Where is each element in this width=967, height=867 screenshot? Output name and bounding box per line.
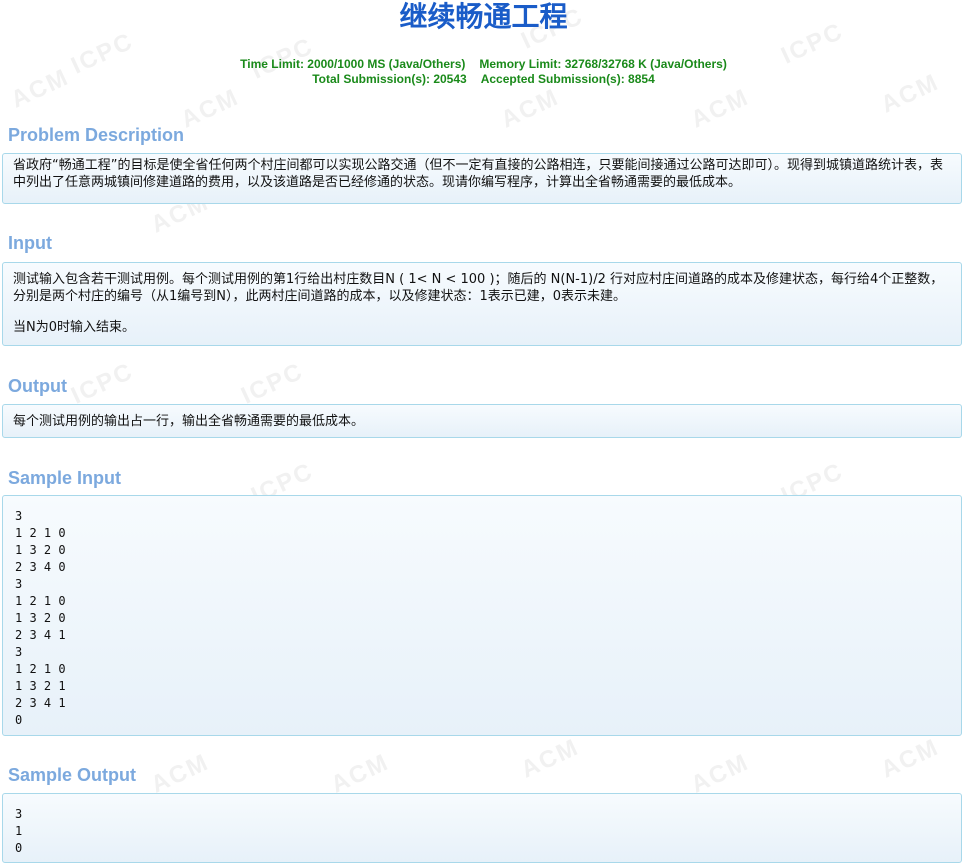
watermark-text: ACM (516, 733, 584, 784)
watermark-text: ACM (146, 748, 214, 799)
watermark-text: ACM (496, 83, 564, 134)
watermark-text: ACM (326, 748, 394, 799)
output-panel: 每个测试用例的输出占一行，输出全省畅通需要的最低成本。 (2, 404, 962, 438)
watermark-text: ICPC (67, 357, 138, 410)
sample-output-heading: Sample Output (8, 765, 137, 785)
input-paragraph: 当N为0时输入结束。 (13, 320, 135, 335)
watermark-text: ICPC (237, 357, 308, 410)
accepted-submissions: Accepted Submission(s): 8854 (480, 72, 655, 86)
total-submissions: Total Submission(s): 20543 (312, 72, 467, 86)
output-heading: Output (8, 376, 67, 396)
input-heading: Input (8, 233, 52, 253)
watermark-text: ACM (176, 83, 244, 134)
watermark-text: ACM (686, 83, 754, 134)
limits-line-1: Time Limit: 2000/1000 MS (Java/Others) Me… (0, 57, 967, 71)
output-text: 每个测试用例的输出占一行，输出全省畅通需要的最低成本。 (13, 414, 365, 429)
watermark-text: ACM (686, 748, 754, 799)
sample-input-code: 3 1 2 1 0 1 3 2 0 2 3 4 0 3 1 2 1 0 1 3 … (15, 509, 66, 727)
sample-input-heading: Sample Input (8, 468, 122, 488)
sample-output-panel: 3 1 0 (2, 793, 962, 863)
time-limit: Time Limit: 2000/1000 MS (Java/Others) (240, 57, 466, 71)
problem-description-text: 省政府“畅通工程”的目标是使全省任何两个村庄间都可以实现公路交通（但不一定有直接… (13, 158, 943, 190)
sample-input-panel: 3 1 2 1 0 1 3 2 0 2 3 4 0 3 1 2 1 0 1 3 … (2, 495, 962, 736)
problem-title: 继续畅通工程 (399, 0, 568, 33)
input-paragraph: 测试输入包含若干测试用例。每个测试用例的第1行给出村庄数目N ( 1< N < … (13, 272, 944, 304)
problem-description-panel: 省政府“畅通工程”的目标是使全省任何两个村庄间都可以实现公路交通（但不一定有直接… (2, 153, 962, 204)
problem-description-heading: Problem Description (8, 125, 185, 145)
input-panel: 测试输入包含若干测试用例。每个测试用例的第1行给出村庄数目N ( 1< N < … (2, 262, 962, 346)
limits-line-2: Total Submission(s): 20543 Accepted Submi… (0, 72, 967, 86)
sample-output-code: 3 1 0 (15, 807, 23, 855)
memory-limit: Memory Limit: 32768/32768 K (Java/Others… (479, 57, 727, 71)
watermark-text: ACM (876, 733, 944, 784)
